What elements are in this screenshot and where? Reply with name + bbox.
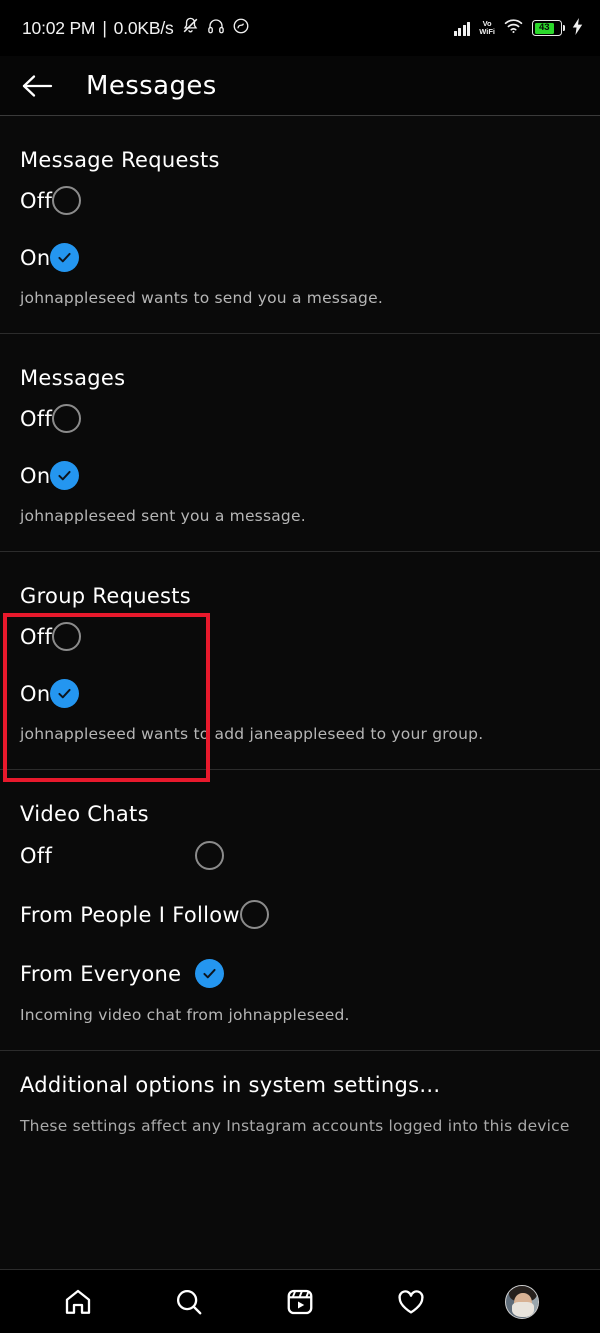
option-message-requests-on[interactable]: On [0, 229, 600, 286]
heart-icon [398, 1289, 424, 1314]
avatar-mask [512, 1301, 535, 1317]
nav-activity-button[interactable] [384, 1279, 438, 1325]
headphones-icon [207, 17, 225, 40]
section-description-message-requests: johnappleseed wants to send you a messag… [20, 289, 383, 307]
radio-unchecked-icon[interactable] [195, 841, 224, 870]
option-label: Off [20, 406, 53, 431]
section-title-video-chats: Video Chats [20, 802, 149, 826]
option-label: From People I Follow [20, 902, 240, 927]
section-message-requests: Message Requests Off On johnappleseed wa… [0, 116, 600, 333]
radio-slot [195, 841, 224, 870]
radio-unchecked-icon[interactable] [52, 404, 82, 433]
radio-slot [239, 900, 269, 929]
signal-icon [453, 20, 471, 36]
additional-options-title[interactable]: Additional options in system settings... [0, 1051, 600, 1097]
section-messages: Messages Off On johnappleseed sent you a… [0, 334, 600, 551]
radio-checked-icon[interactable] [50, 679, 80, 708]
section-title-group-requests: Group Requests [20, 584, 192, 608]
option-video-chats-off[interactable]: Off [0, 826, 600, 885]
option-message-requests-off[interactable]: Off [0, 172, 600, 229]
status-clock: 10:02 PM [22, 17, 96, 38]
radio-unchecked-icon[interactable] [239, 900, 269, 929]
dnd-icon [232, 17, 250, 40]
section-additional-options[interactable]: Additional options in system settings...… [0, 1051, 600, 1135]
battery-percent: 43 [538, 22, 550, 34]
reels-icon [287, 1289, 313, 1314]
nav-profile-button[interactable] [495, 1279, 549, 1325]
option-video-chats-everyone[interactable]: From Everyone [0, 944, 600, 1003]
back-button[interactable] [20, 71, 56, 101]
vowifi-icon: Vo WiFi [479, 20, 495, 36]
status-bar-left: 10:02 PM | 0.0KB/s [22, 16, 250, 40]
option-messages-off[interactable]: Off [0, 390, 600, 447]
option-video-chats-people-i-follow[interactable]: From People I Follow [0, 885, 600, 944]
charging-bolt-icon [571, 17, 584, 39]
vowifi-line-2: WiFi [479, 27, 495, 36]
option-label: Off [20, 188, 53, 213]
radio-checked-icon[interactable] [50, 461, 80, 490]
option-group-requests-off[interactable]: Off [0, 608, 600, 665]
battery-fill: 43 [534, 22, 554, 34]
section-group-requests: Group Requests Off On johnappleseed want… [0, 552, 600, 769]
option-label: On [20, 681, 51, 706]
option-label: From Everyone [20, 961, 182, 986]
network-speed: 0.0KB/s [113, 17, 174, 38]
additional-options-description: These settings affect any Instagram acco… [20, 1117, 570, 1135]
option-label: On [20, 245, 51, 270]
section-title-messages: Messages [20, 366, 126, 390]
radio-unchecked-icon[interactable] [52, 622, 82, 651]
section-description-group-requests: johnappleseed wants to add janeappleseed… [20, 725, 484, 743]
arrow-left-icon [22, 74, 53, 97]
option-label: Off [20, 843, 53, 868]
radio-unchecked-icon[interactable] [52, 186, 82, 215]
option-label: On [20, 463, 51, 488]
section-video-chats: Video Chats Off From People I Follow Fro… [0, 770, 600, 1050]
status-bar: 10:02 PM | 0.0KB/s Vo WiFi 43 [0, 0, 600, 56]
nav-reels-button[interactable] [273, 1279, 327, 1325]
bottom-navigation-bar [0, 1270, 600, 1333]
battery-icon: 43 [532, 20, 566, 36]
section-title-message-requests: Message Requests [20, 148, 220, 172]
nav-search-button[interactable] [162, 1279, 216, 1325]
wifi-icon [504, 18, 523, 38]
nav-home-button[interactable] [51, 1279, 105, 1325]
home-icon [65, 1289, 90, 1314]
option-group-requests-on[interactable]: On [0, 665, 600, 722]
avatar-icon[interactable] [505, 1284, 540, 1319]
bell-mute-icon [181, 16, 200, 40]
radio-checked-icon[interactable] [195, 959, 224, 988]
option-messages-on[interactable]: On [0, 447, 600, 504]
status-bar-right: Vo WiFi 43 [453, 17, 584, 39]
radio-slot [195, 959, 224, 988]
radio-checked-icon[interactable] [50, 243, 80, 272]
search-icon [176, 1289, 202, 1314]
section-description-video-chats: Incoming video chat from johnappleseed. [20, 1006, 350, 1024]
page-title: Messages [86, 70, 217, 101]
settings-content: Message Requests Off On johnappleseed wa… [0, 116, 600, 1270]
option-label: Off [20, 624, 53, 649]
app-header: Messages [0, 56, 600, 115]
status-separator: | [102, 17, 107, 38]
phone-screen: 10:02 PM | 0.0KB/s Vo WiFi 43 Messages M… [0, 0, 600, 1333]
section-description-messages: johnappleseed sent you a message. [20, 507, 306, 525]
